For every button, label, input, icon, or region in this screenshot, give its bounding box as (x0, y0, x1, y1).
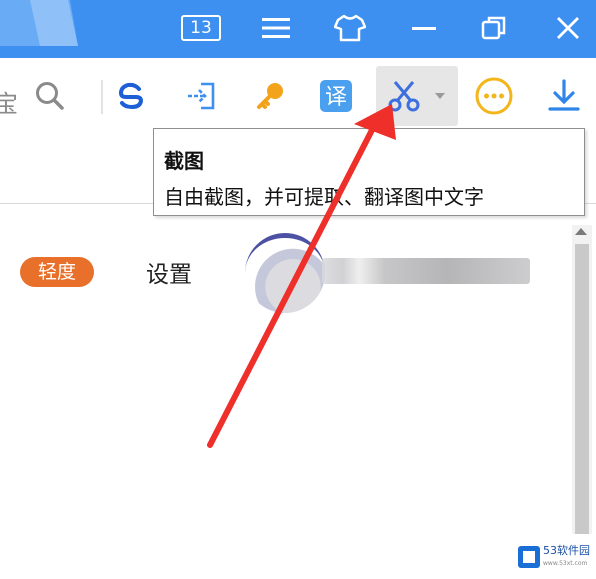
watermark-logo-icon (518, 545, 540, 568)
arrow-shaft (207, 127, 375, 448)
annotation-arrow (207, 104, 396, 448)
watermark-sub: www.53xt.com (543, 559, 588, 567)
watermark: 53软件园 www.53xt.com (512, 534, 596, 579)
watermark-label: 53软件园 (543, 543, 590, 557)
arrow-head (354, 104, 396, 140)
